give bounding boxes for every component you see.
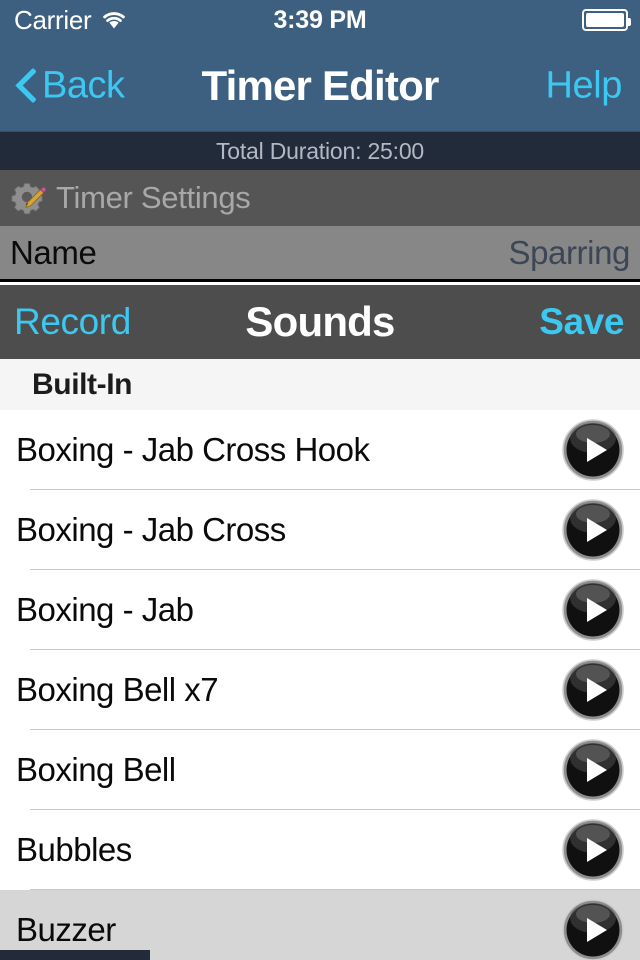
sound-name-label: Boxing - Jab <box>16 591 194 628</box>
status-bar-time: 3:39 PM <box>273 5 367 34</box>
battery-full-icon <box>582 9 631 31</box>
sound-name-label: Buzzer <box>16 911 116 948</box>
sound-list-item[interactable]: Boxing Bell x7 <box>0 650 640 730</box>
play-icon[interactable] <box>562 499 624 561</box>
play-icon[interactable] <box>562 739 624 801</box>
total-duration-bar: Total Duration: 25:00 <box>0 132 640 170</box>
sound-list-item[interactable]: Boxing Bell <box>0 730 640 810</box>
sound-name-label: Boxing Bell x7 <box>16 671 219 708</box>
sound-list-item[interactable]: Bubbles <box>0 810 640 890</box>
built-in-section-header: Built-In <box>0 359 640 410</box>
sound-list: Boxing - Jab Cross Hook Boxing - Jab Cro… <box>0 410 640 960</box>
status-bar-right <box>582 9 631 31</box>
status-bar: Carrier 3:39 PM <box>0 0 640 40</box>
sound-name-label: Boxing - Jab Cross Hook <box>16 431 370 468</box>
save-button[interactable]: Save <box>539 301 624 343</box>
play-icon[interactable] <box>562 659 624 721</box>
play-icon[interactable] <box>562 819 624 881</box>
sounds-modal: Record Sounds Save Built-In Boxing - Jab… <box>0 285 640 960</box>
timer-settings-section-header: Timer Settings <box>0 170 640 226</box>
sounds-modal-header: Record Sounds Save <box>0 285 640 359</box>
bottom-indicator-strip <box>0 950 150 960</box>
built-in-section-label: Built-In <box>32 367 133 401</box>
name-row-label: Name <box>10 233 97 271</box>
sound-name-label: Boxing Bell <box>16 751 176 788</box>
play-icon[interactable] <box>562 899 624 960</box>
page-title: Timer Editor <box>201 61 439 109</box>
sound-list-item[interactable]: Boxing - Jab Cross Hook <box>0 410 640 490</box>
gear-pencil-icon <box>11 183 46 215</box>
total-duration-label: Total Duration: 25:00 <box>215 137 425 164</box>
name-row[interactable]: Name Sparring <box>0 226 640 282</box>
play-icon[interactable] <box>562 579 624 641</box>
app-root: Carrier 3:39 PM Back Timer Editor Help T… <box>0 0 640 960</box>
help-button[interactable]: Help <box>545 64 622 107</box>
sound-name-label: Boxing - Jab Cross <box>16 511 286 548</box>
name-row-value: Sparring <box>508 233 630 271</box>
navigation-bar: Back Timer Editor Help <box>0 40 640 132</box>
timer-settings-label: Timer Settings <box>56 180 251 215</box>
sound-list-item[interactable]: Boxing - Jab <box>0 570 640 650</box>
sound-name-label: Bubbles <box>16 831 132 868</box>
play-icon[interactable] <box>562 419 624 481</box>
sound-list-item[interactable]: Boxing - Jab Cross <box>0 490 640 570</box>
